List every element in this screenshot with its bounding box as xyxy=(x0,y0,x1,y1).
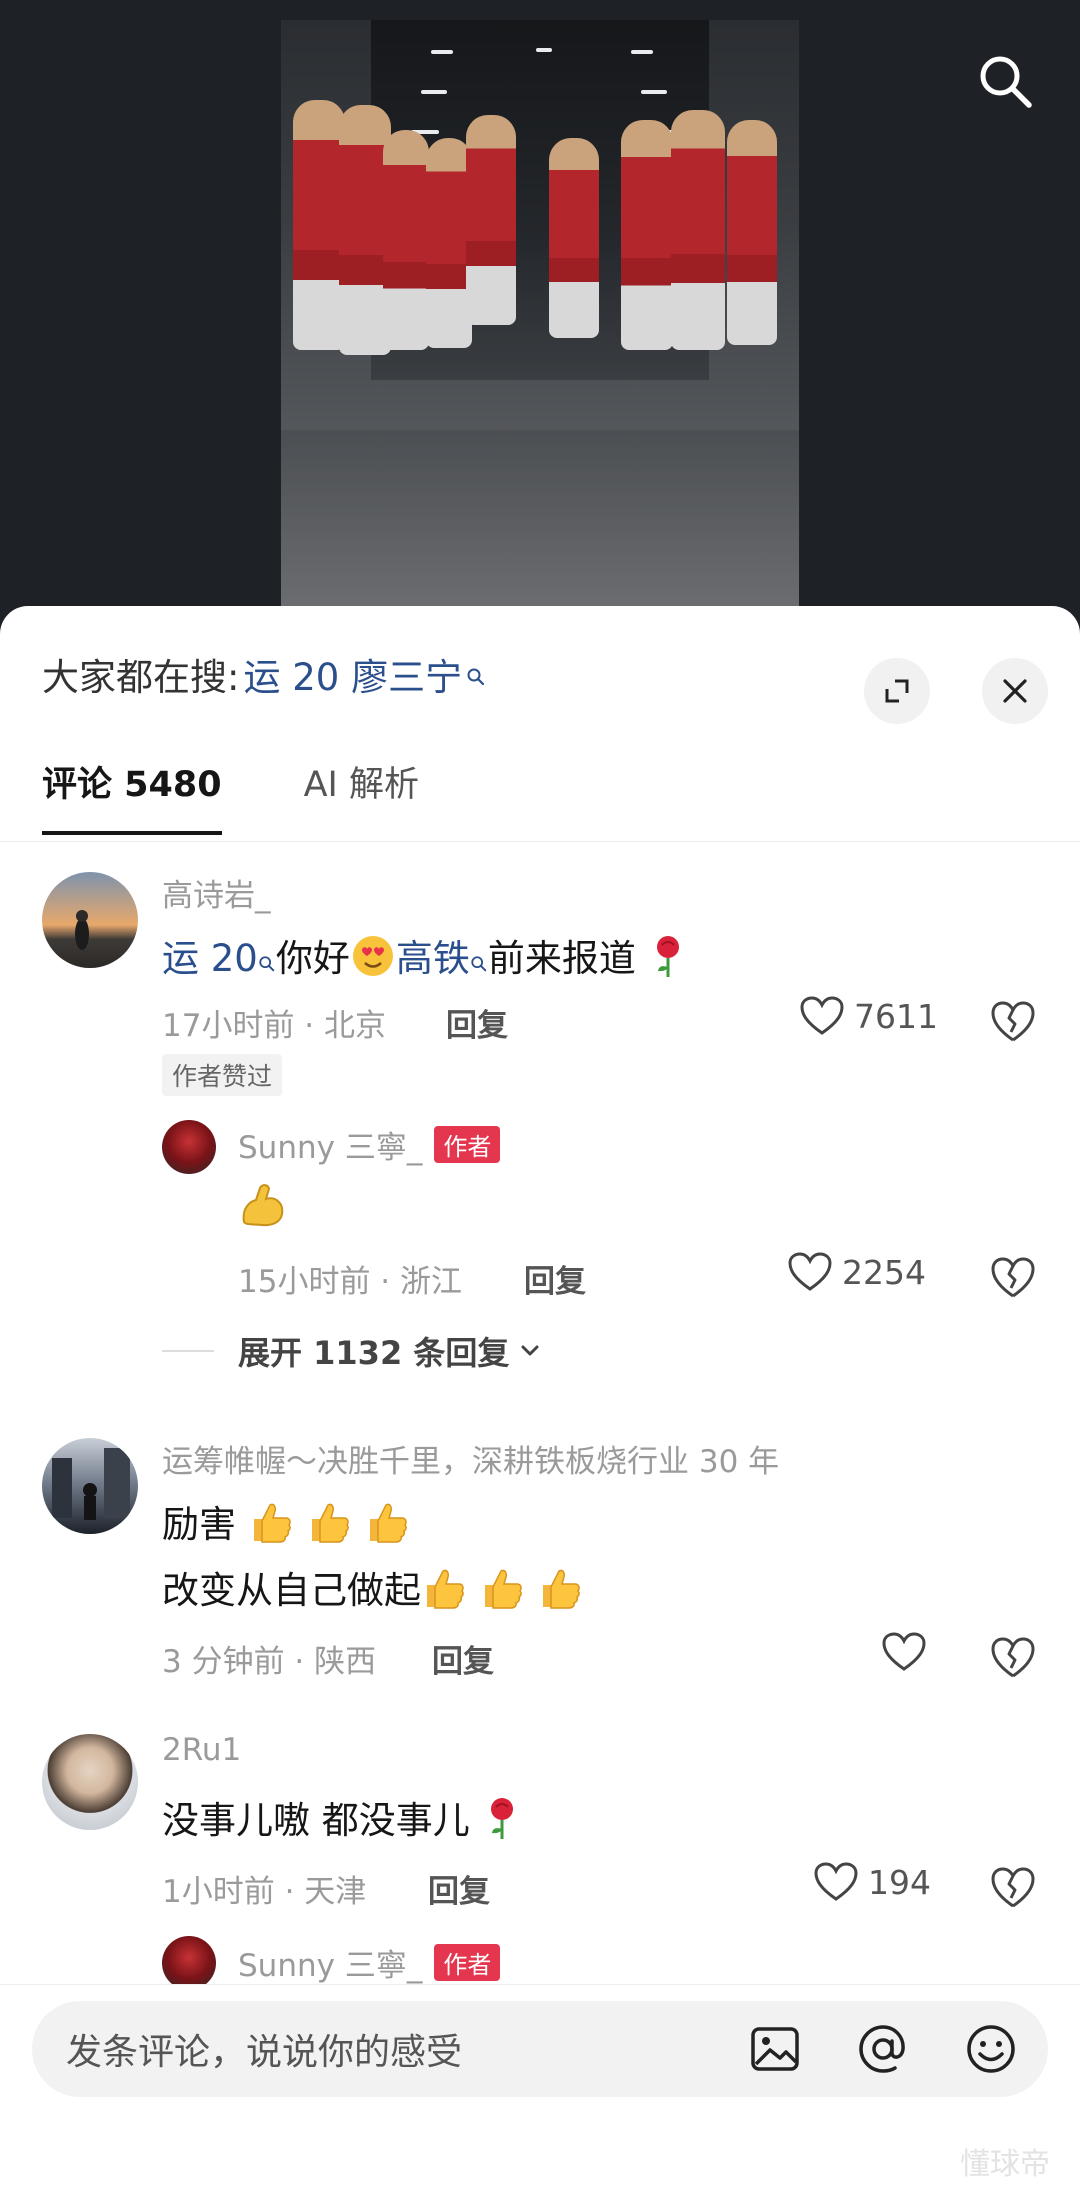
comment-input[interactable]: 发条评论，说说你的感受 xyxy=(32,2001,1048,2097)
expand-line xyxy=(162,1350,214,1352)
reply-text xyxy=(238,1180,288,1239)
thumbs-up-emoji xyxy=(306,1499,352,1554)
expand-replies-label: 展开 1132 条回复 xyxy=(238,1334,510,1372)
search-icon xyxy=(980,56,1032,108)
author-badge: 作者 xyxy=(434,1126,501,1163)
comment-time-location: 1小时前 · 天津 xyxy=(162,1874,367,1910)
emoji-button[interactable] xyxy=(956,2014,1026,2084)
trending-search[interactable]: 大家都在搜: 运 20 廖三宁 xyxy=(42,644,486,704)
like-count: 2254 xyxy=(842,1252,926,1292)
comment-text-line: 没事儿嗷 都没事儿 xyxy=(162,1799,470,1842)
like-count: 7611 xyxy=(854,996,938,1036)
comment-text-segment: 前来报道 xyxy=(487,937,636,980)
like-button[interactable]: 2254 xyxy=(788,1252,926,1292)
avatar[interactable] xyxy=(162,1936,216,1990)
comment-time-location: 17小时前 · 北京 xyxy=(162,1008,387,1044)
reply-button[interactable]: 回复 xyxy=(428,1866,490,1911)
expand-sheet-button[interactable] xyxy=(864,658,930,724)
broken-heart-icon[interactable] xyxy=(990,998,1036,1044)
broken-heart-icon[interactable] xyxy=(990,1864,1036,1910)
reply-button[interactable]: 回复 xyxy=(446,1000,508,1045)
comment-text: 运 20 你好 高铁 前来报道 xyxy=(162,928,688,988)
reply-time-location: 15小时前 · 浙江 xyxy=(238,1264,463,1300)
close-icon xyxy=(1003,679,1027,703)
search-icon xyxy=(470,939,488,982)
reply-button[interactable]: 回复 xyxy=(524,1256,586,1301)
image-button[interactable] xyxy=(740,2014,810,2084)
comment-text: 没事儿嗷 都没事儿 xyxy=(162,1790,522,1850)
heart-icon xyxy=(814,1862,858,1901)
comment-username[interactable]: 高诗岩_ xyxy=(162,870,271,915)
flexed-biceps-emoji xyxy=(238,1180,288,1239)
reply-username-text: Sunny 三寧_ xyxy=(238,1948,423,1984)
reply-username[interactable]: Sunny 三寧_ 作者 xyxy=(238,1122,501,1167)
comment-text: 励害 xyxy=(162,1494,410,1554)
thumbs-up-emoji xyxy=(364,1499,410,1554)
close-button[interactable] xyxy=(982,658,1048,724)
heart-icon xyxy=(788,1252,832,1291)
heart-icon xyxy=(882,1632,926,1671)
thumbs-up-emoji xyxy=(537,1565,583,1620)
video-player[interactable] xyxy=(0,0,1080,640)
avatar[interactable] xyxy=(162,1120,216,1174)
author-badge: 作者 xyxy=(434,1944,501,1981)
heart-eyes-emoji xyxy=(350,933,396,988)
smiley-icon xyxy=(967,2025,1015,2073)
comment-input-bar: 发条评论，说说你的感受 懂球帝 xyxy=(0,1984,1080,2203)
thumbs-up-emoji xyxy=(248,1499,294,1554)
tab-comments[interactable]: 评论 5480 xyxy=(42,756,222,835)
comment-text-line: 励害 xyxy=(162,1503,236,1546)
like-button[interactable]: 194 xyxy=(814,1862,931,1902)
author-liked-tag: 作者赞过 xyxy=(162,1054,283,1096)
thumbs-up-emoji xyxy=(479,1565,525,1620)
rose-emoji xyxy=(648,933,688,988)
comment-tabs: 评论 5480 AI 解析 xyxy=(42,756,501,835)
comment-text-line: 改变从自己做起 xyxy=(162,1569,421,1612)
search-button[interactable] xyxy=(972,48,1038,114)
search-icon xyxy=(466,653,486,696)
comment-username[interactable]: 运筹帷幄～决胜千里，深耕铁板烧行业 30 年 xyxy=(162,1436,779,1481)
broken-heart-icon[interactable] xyxy=(990,1254,1036,1300)
trending-search-term[interactable]: 运 20 廖三宁 xyxy=(243,647,462,701)
like-count: 194 xyxy=(868,1862,931,1902)
mention-button[interactable] xyxy=(848,2014,918,2084)
comment-text: 改变从自己做起 xyxy=(162,1560,583,1620)
chevron-down-icon xyxy=(521,1345,539,1356)
comment-time-location: 3 分钟前 · 陕西 xyxy=(162,1644,377,1680)
expand-replies-button[interactable]: 展开 1132 条回复 xyxy=(162,1328,545,1374)
rose-emoji xyxy=(482,1795,522,1850)
keyword-link[interactable]: 高铁 xyxy=(396,937,470,980)
reply-username-text: Sunny 三寧_ xyxy=(238,1130,423,1166)
comment-username[interactable]: 2Ru1 xyxy=(162,1732,241,1768)
reply-username[interactable]: Sunny 三寧_ 作者 xyxy=(238,1940,501,1985)
avatar[interactable] xyxy=(42,1734,138,1830)
at-icon xyxy=(859,2025,905,2073)
video-thumbnail xyxy=(281,20,799,620)
like-button[interactable]: 7611 xyxy=(800,996,938,1036)
comment-text-segment: 你好 xyxy=(275,937,350,980)
image-icon xyxy=(751,2027,799,2071)
tabs-divider xyxy=(0,841,1080,842)
like-button[interactable] xyxy=(882,1632,936,1672)
reply-button[interactable]: 回复 xyxy=(432,1636,494,1681)
avatar[interactable] xyxy=(42,872,138,968)
watermark: 懂球帝 xyxy=(960,2147,1050,2182)
fullscreen-icon xyxy=(885,679,909,703)
comment-sheet: 大家都在搜: 运 20 廖三宁 评论 5480 AI 解析 高诗岩_ 运 20 你… xyxy=(0,606,1080,2202)
tab-ai-analysis[interactable]: AI 解析 xyxy=(304,756,419,835)
heart-icon xyxy=(800,996,844,1035)
broken-heart-icon[interactable] xyxy=(990,1634,1036,1680)
keyword-link[interactable]: 运 20 xyxy=(162,937,258,980)
thumbs-up-emoji xyxy=(421,1565,467,1620)
trending-search-prefix: 大家都在搜: xyxy=(42,656,240,699)
avatar[interactable] xyxy=(42,1438,138,1534)
comment-input-placeholder: 发条评论，说说你的感受 xyxy=(66,2032,463,2073)
search-icon xyxy=(258,939,276,982)
